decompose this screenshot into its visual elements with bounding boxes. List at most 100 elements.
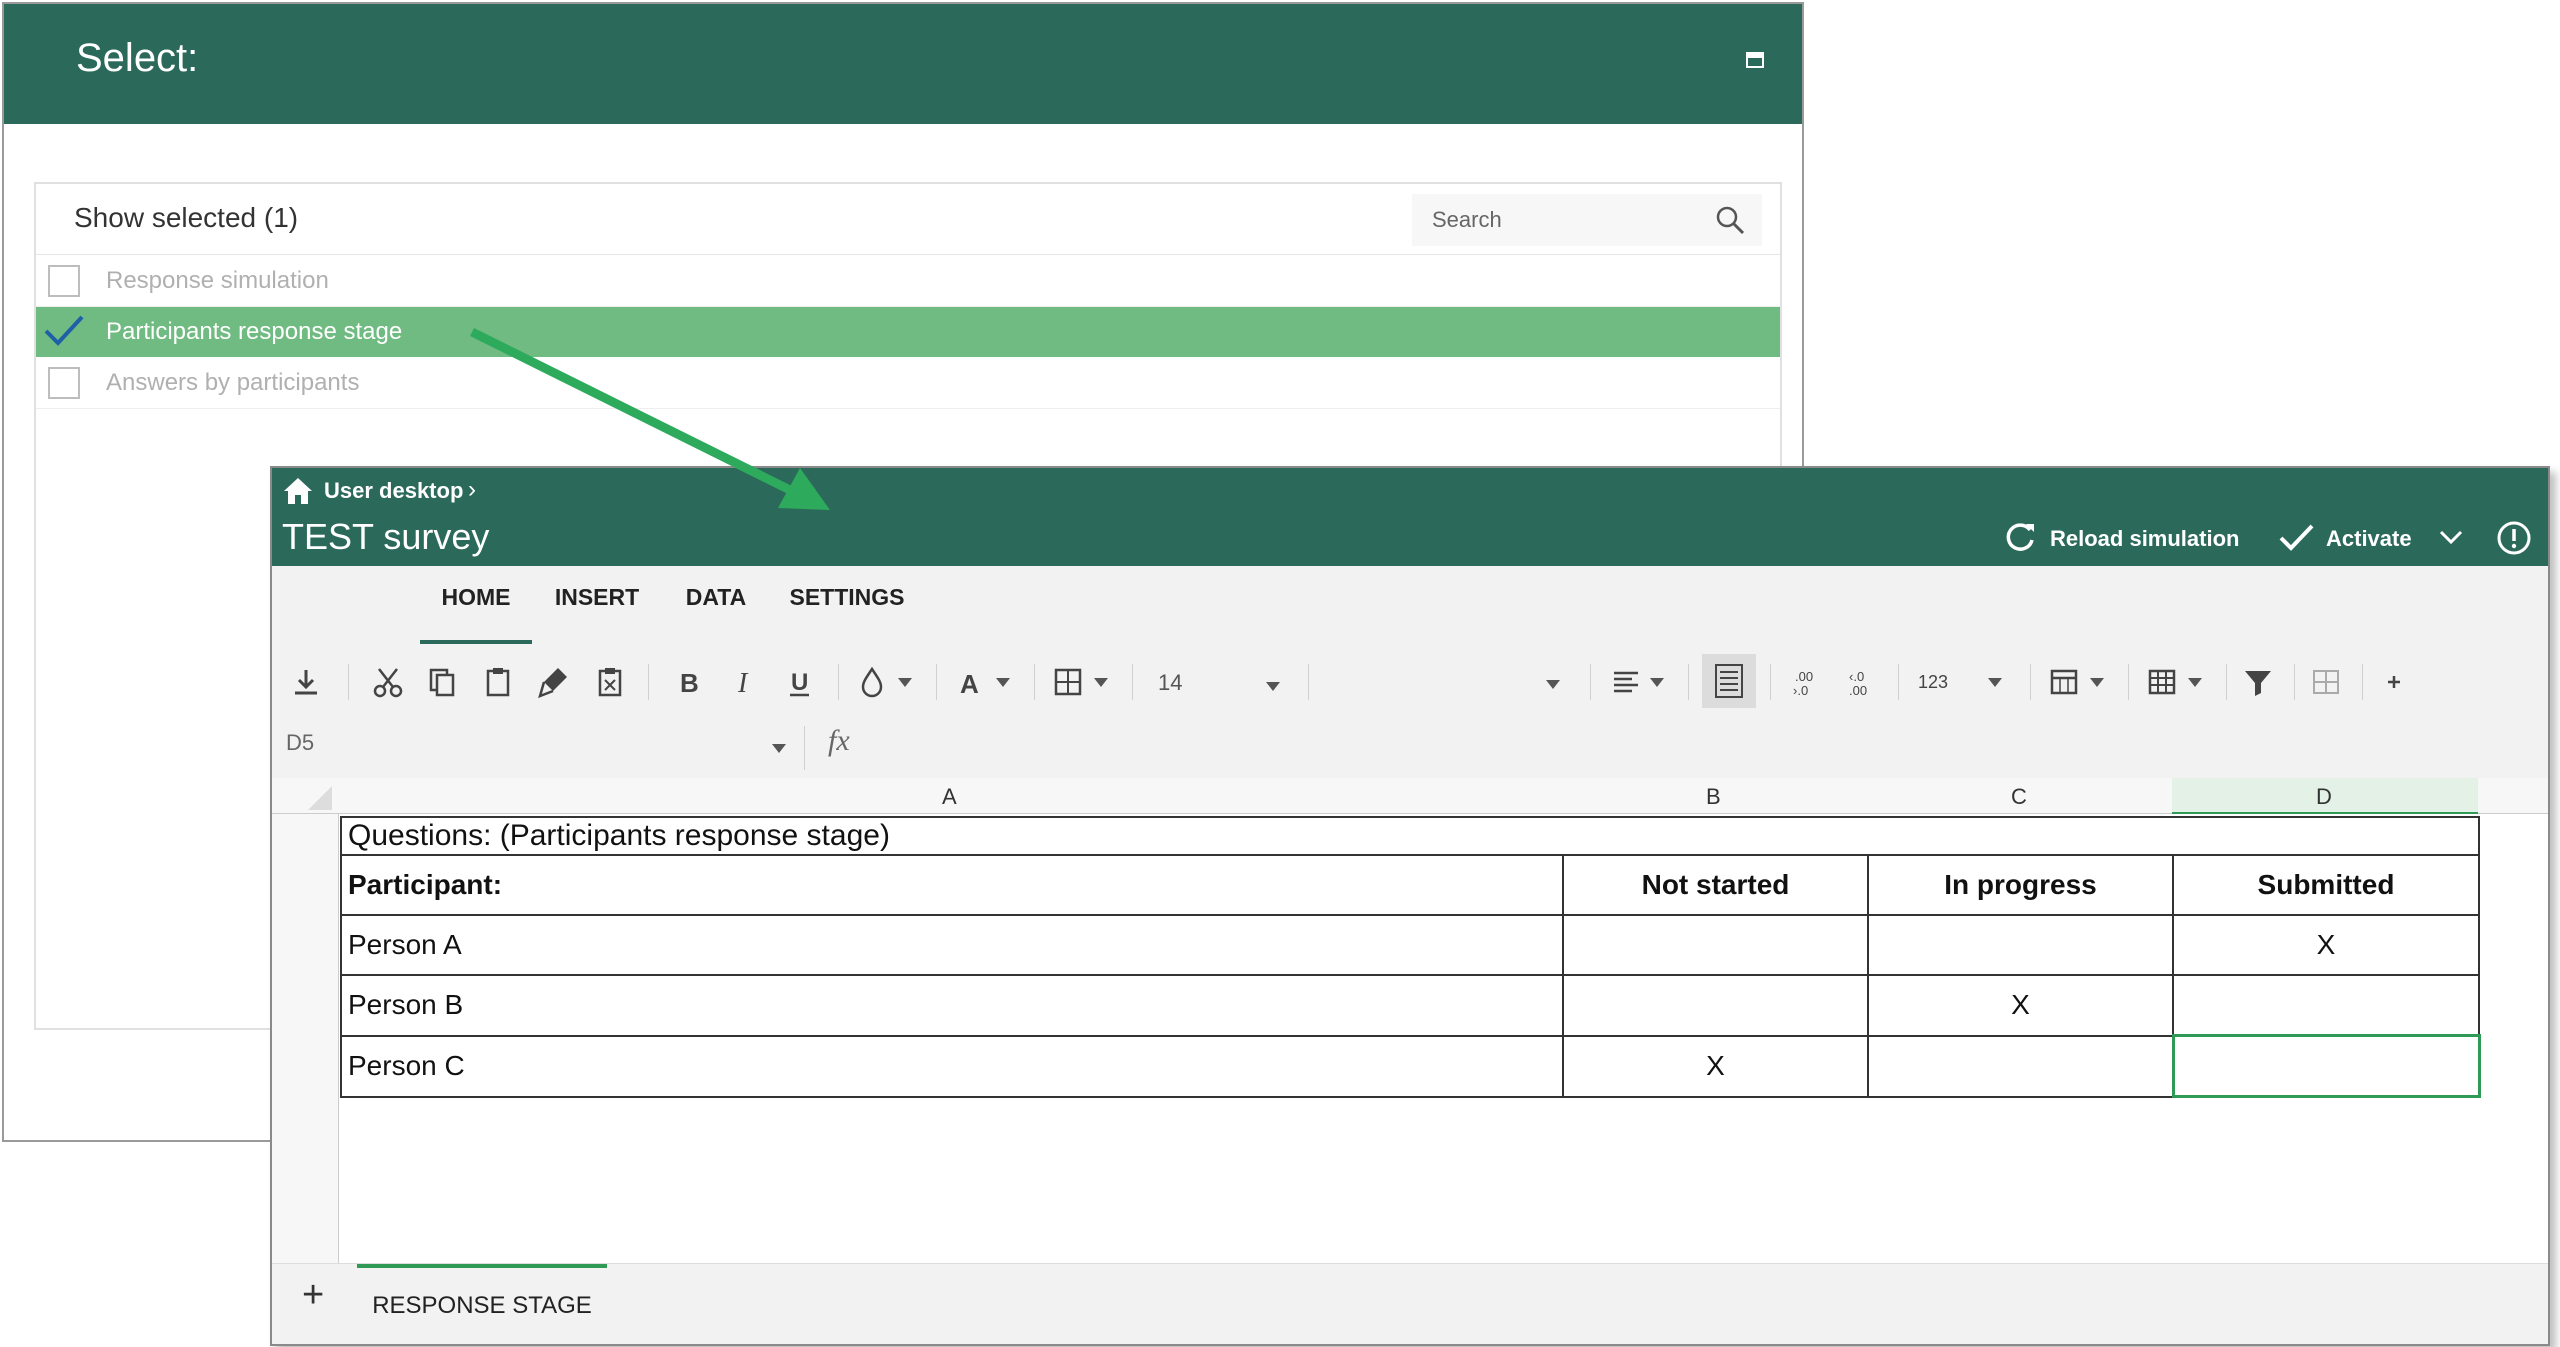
in-progress-cell[interactable] bbox=[1867, 914, 2174, 976]
tab-data[interactable]: DATA bbox=[684, 584, 748, 624]
tab-home[interactable]: HOME bbox=[420, 584, 532, 644]
table-row: Person B X bbox=[340, 974, 2480, 1037]
sheet-tab-response-stage[interactable]: RESPONSE STAGE bbox=[357, 1264, 607, 1344]
reload-simulation-label: Reload simulation bbox=[2050, 526, 2240, 551]
tab-insert[interactable]: INSERT bbox=[554, 584, 640, 624]
search-input[interactable] bbox=[1430, 204, 1694, 236]
dropdown-arrow-icon[interactable] bbox=[1988, 678, 2002, 687]
activate-button[interactable]: Activate bbox=[2276, 518, 2456, 558]
sheet-tab-label: RESPONSE STAGE bbox=[372, 1292, 592, 1319]
wrap-text-icon[interactable] bbox=[1702, 654, 1756, 708]
column-header-empty[interactable] bbox=[2478, 778, 2548, 814]
select-all-corner[interactable] bbox=[272, 778, 338, 814]
participant-cell[interactable]: Person A bbox=[340, 914, 1564, 976]
spreadsheet-grid[interactable]: A B C D Questions: (Participants respons… bbox=[272, 778, 2548, 1264]
clear-format-icon[interactable] bbox=[590, 662, 630, 702]
divider bbox=[936, 664, 937, 700]
align-left-icon[interactable] bbox=[1606, 662, 1646, 702]
home-icon[interactable] bbox=[282, 476, 314, 506]
svg-text:A: A bbox=[960, 669, 979, 699]
font-family-dropdown-icon[interactable] bbox=[1546, 680, 1560, 689]
chevron-down-icon[interactable] bbox=[2436, 518, 2466, 558]
submitted-cell[interactable] bbox=[2172, 974, 2480, 1037]
breadcrumb-user-desktop[interactable]: User desktop bbox=[324, 478, 463, 504]
checkbox[interactable] bbox=[48, 265, 80, 297]
fill-color-icon[interactable] bbox=[852, 662, 892, 702]
paste-icon[interactable] bbox=[478, 662, 518, 702]
list-item[interactable]: Response simulation bbox=[36, 256, 1780, 307]
list-item-selected[interactable]: Participants response stage bbox=[36, 307, 1780, 357]
column-header-b[interactable]: B bbox=[1562, 778, 1867, 814]
cut-icon[interactable] bbox=[368, 662, 408, 702]
active-cell-d5[interactable] bbox=[2171, 1034, 2481, 1098]
dropdown-arrow-icon[interactable] bbox=[1094, 678, 1108, 687]
maximize-icon[interactable] bbox=[1746, 52, 1764, 68]
tab-settings[interactable]: SETTINGS bbox=[788, 584, 906, 624]
number-format-select[interactable]: 123 bbox=[1918, 672, 1948, 693]
dropdown-arrow-icon[interactable] bbox=[772, 744, 786, 753]
reload-simulation-button[interactable]: Reload simulation bbox=[2000, 518, 2250, 558]
not-started-cell[interactable] bbox=[1562, 914, 1869, 976]
table-style-icon[interactable] bbox=[2142, 662, 2182, 702]
column-header-c[interactable]: C bbox=[1867, 778, 2172, 814]
header-in-progress[interactable]: In progress bbox=[1867, 854, 2174, 916]
in-progress-cell[interactable]: X bbox=[1867, 974, 2174, 1037]
svg-text:.00: .00 bbox=[1795, 669, 1813, 684]
show-selected-toggle[interactable]: Show selected (1) bbox=[74, 202, 298, 234]
checkmark-icon[interactable] bbox=[42, 311, 86, 351]
sheet-title-cell[interactable]: Questions: (Participants response stage) bbox=[340, 816, 2480, 856]
bold-icon[interactable]: B bbox=[668, 662, 708, 702]
cell-reference[interactable]: D5 bbox=[286, 730, 314, 756]
not-started-cell[interactable]: X bbox=[1562, 1034, 1869, 1098]
dropdown-arrow-icon[interactable] bbox=[1650, 678, 1664, 687]
increase-decimal-icon[interactable]: .00 ›.0 bbox=[1786, 662, 1826, 702]
more-icon[interactable] bbox=[2374, 662, 2414, 702]
header-not-started[interactable]: Not started bbox=[1562, 854, 1869, 916]
italic-icon[interactable]: I bbox=[724, 662, 764, 702]
checkbox[interactable] bbox=[48, 367, 80, 399]
info-icon[interactable] bbox=[2494, 518, 2534, 558]
submitted-cell[interactable]: X bbox=[2172, 914, 2480, 976]
font-color-icon[interactable]: A bbox=[950, 662, 990, 702]
dropdown-arrow-icon[interactable] bbox=[2188, 678, 2202, 687]
header-participant[interactable]: Participant: bbox=[340, 854, 1564, 916]
divider bbox=[2362, 664, 2363, 700]
header-submitted[interactable]: Submitted bbox=[2172, 854, 2480, 916]
data-table: Questions: (Participants response stage)… bbox=[340, 816, 2481, 1098]
not-started-cell[interactable] bbox=[1562, 974, 1869, 1037]
filter-icon[interactable] bbox=[2238, 662, 2278, 702]
in-progress-cell[interactable] bbox=[1867, 1034, 2174, 1098]
list-item[interactable]: Answers by participants bbox=[36, 358, 1780, 409]
freeze-panes-icon[interactable] bbox=[2306, 662, 2346, 702]
participant-cell[interactable]: Person B bbox=[340, 974, 1564, 1037]
page-title: TEST survey bbox=[282, 516, 490, 557]
participant-cell[interactable]: Person C bbox=[340, 1034, 1564, 1098]
underline-icon[interactable]: U bbox=[780, 662, 820, 702]
divider bbox=[1898, 664, 1899, 700]
list-item-label: Response simulation bbox=[106, 267, 329, 294]
column-header-label: D bbox=[2316, 784, 2332, 809]
divider bbox=[1034, 664, 1035, 700]
row-headers[interactable] bbox=[272, 814, 339, 1264]
add-sheet-button[interactable]: + bbox=[302, 1274, 324, 1317]
borders-icon[interactable] bbox=[1048, 662, 1088, 702]
column-header-label: B bbox=[1706, 784, 1721, 809]
decrease-decimal-icon[interactable]: ‹.0.00 bbox=[1840, 662, 1880, 702]
column-header-d[interactable]: D bbox=[2172, 778, 2478, 814]
font-size-select[interactable]: 14 bbox=[1158, 670, 1182, 696]
dropdown-arrow-icon[interactable] bbox=[1266, 682, 1280, 691]
dialog-title: Select: bbox=[76, 36, 199, 80]
search-icon[interactable] bbox=[1714, 204, 1746, 236]
format-painter-icon[interactable] bbox=[534, 662, 574, 702]
download-icon[interactable] bbox=[286, 662, 326, 702]
toolbar: B I U A 14 .00 ›.0 ‹.0 .00 123 bbox=[272, 646, 2548, 716]
column-header-a[interactable]: A bbox=[338, 778, 1562, 814]
formula-bar: D5 fx bbox=[272, 716, 2548, 778]
dropdown-arrow-icon[interactable] bbox=[2090, 678, 2104, 687]
search-box[interactable] bbox=[1412, 194, 1762, 246]
activate-label: Activate bbox=[2326, 526, 2412, 551]
cell-format-icon[interactable] bbox=[2044, 662, 2084, 702]
dropdown-arrow-icon[interactable] bbox=[996, 678, 1010, 687]
copy-icon[interactable] bbox=[422, 662, 462, 702]
dropdown-arrow-icon[interactable] bbox=[898, 678, 912, 687]
